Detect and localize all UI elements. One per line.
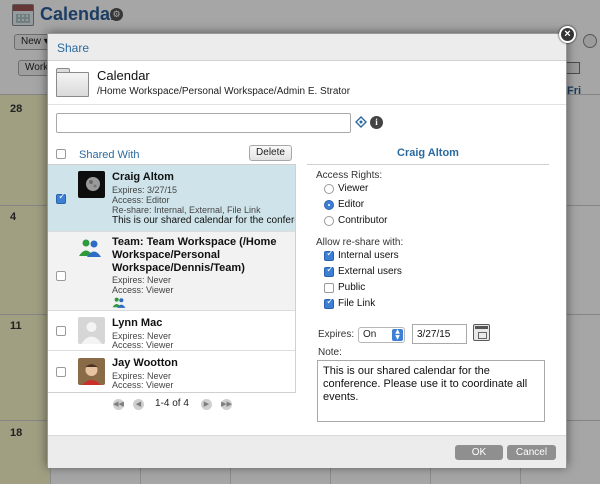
avatar: [78, 358, 105, 385]
select-arrows-icon: ▲ ▼: [392, 329, 403, 341]
row-access: Access: Viewer: [112, 340, 174, 350]
address-book-icon[interactable]: [355, 116, 367, 128]
detail-user-name: Craig Altom: [307, 147, 549, 165]
row-checkbox[interactable]: [56, 271, 66, 281]
reshare-public-checkbox[interactable]: [324, 283, 334, 293]
reshare-internal-label: Internal users: [338, 250, 399, 261]
ok-button[interactable]: OK: [455, 445, 503, 460]
team-icon: [79, 239, 101, 257]
first-page-icon[interactable]: ◀◀: [113, 399, 124, 410]
page-count: 1-4 of 4: [155, 398, 189, 409]
reshare-public-label: Public: [338, 282, 366, 293]
next-page-icon[interactable]: ▶: [201, 399, 212, 410]
note-label: Note:: [318, 347, 342, 358]
avatar: [78, 171, 105, 198]
list-item[interactable]: Craig Altom Expires: 3/27/15 Access: Edi…: [48, 165, 295, 232]
row-description: This is our shared calendar for the conf…: [112, 215, 296, 226]
cancel-button[interactable]: Cancel: [507, 445, 556, 460]
share-dialog: Share × Calendar /Home Workspace/Persona…: [47, 26, 576, 468]
access-editor-radio[interactable]: [324, 200, 334, 210]
avatar: [78, 317, 105, 344]
folder-icon: [56, 68, 89, 97]
access-viewer-label: Viewer: [338, 183, 369, 194]
shared-with-label: Shared With: [79, 149, 140, 161]
access-contributor-radio[interactable]: [324, 216, 334, 226]
access-rights-label: Access Rights:: [316, 170, 383, 181]
shared-item-header: Calendar /Home Workspace/Personal Worksp…: [48, 61, 566, 105]
list-item[interactable]: Lynn Mac Expires: Never Access: Viewer: [48, 311, 295, 351]
row-name: Craig Altom: [112, 171, 174, 183]
dialog-footer: OK Cancel: [48, 435, 566, 468]
row-access: Access: Viewer: [112, 380, 174, 390]
last-page-icon[interactable]: ▶▶: [221, 399, 232, 410]
expires-label: Expires:: [318, 329, 355, 340]
reshare-external-checkbox[interactable]: [324, 265, 335, 277]
access-contributor-label: Contributor: [338, 215, 388, 226]
team-icon: [112, 297, 126, 308]
row-access: Access: Viewer: [112, 285, 174, 295]
reshare-filelink-label: File Link: [338, 298, 376, 309]
access-editor-label: Editor: [338, 199, 365, 210]
calendar-picker-icon[interactable]: [473, 324, 490, 341]
dialog-title: Share: [57, 41, 90, 55]
reshare-internal-checkbox[interactable]: [324, 249, 335, 261]
expires-select[interactable]: On ▲ ▼: [358, 327, 405, 343]
reshare-label: Allow re-share with:: [316, 237, 404, 248]
row-checkbox[interactable]: [56, 367, 66, 377]
shared-with-header: Shared With Delete: [48, 144, 296, 165]
reshare-filelink-checkbox[interactable]: [324, 297, 335, 309]
row-name: Lynn Mac: [112, 317, 163, 329]
row-name: Team: Team Workspace (/Home Workspace/Pe…: [112, 236, 277, 274]
list-item[interactable]: Jay Wootton Expires: Never Access: Viewe…: [48, 351, 295, 392]
access-viewer-radio[interactable]: [324, 184, 334, 194]
share-search-input[interactable]: [56, 113, 351, 133]
row-name: Jay Wootton: [112, 357, 178, 369]
dialog-titlebar: Share: [48, 34, 566, 61]
pager: ◀◀ ◀ 1-4 of 4 ▶ ▶▶: [113, 398, 243, 412]
delete-button[interactable]: Delete: [249, 145, 292, 161]
select-all-checkbox[interactable]: [56, 149, 66, 159]
shared-with-list: Craig Altom Expires: 3/27/15 Access: Edi…: [48, 165, 296, 393]
item-name: Calendar: [97, 68, 150, 83]
info-icon[interactable]: i: [370, 116, 383, 129]
row-checkbox[interactable]: [56, 326, 66, 336]
close-icon[interactable]: ×: [559, 26, 576, 43]
note-textarea[interactable]: This is our shared calendar for the conf…: [317, 360, 545, 422]
row-checkbox[interactable]: [56, 192, 67, 204]
prev-page-icon[interactable]: ◀: [133, 399, 144, 410]
list-item[interactable]: Team: Team Workspace (/Home Workspace/Pe…: [48, 232, 295, 311]
reshare-external-label: External users: [338, 266, 402, 277]
expires-date-input[interactable]: [412, 324, 467, 344]
item-path: /Home Workspace/Personal Workspace/Admin…: [97, 86, 351, 97]
